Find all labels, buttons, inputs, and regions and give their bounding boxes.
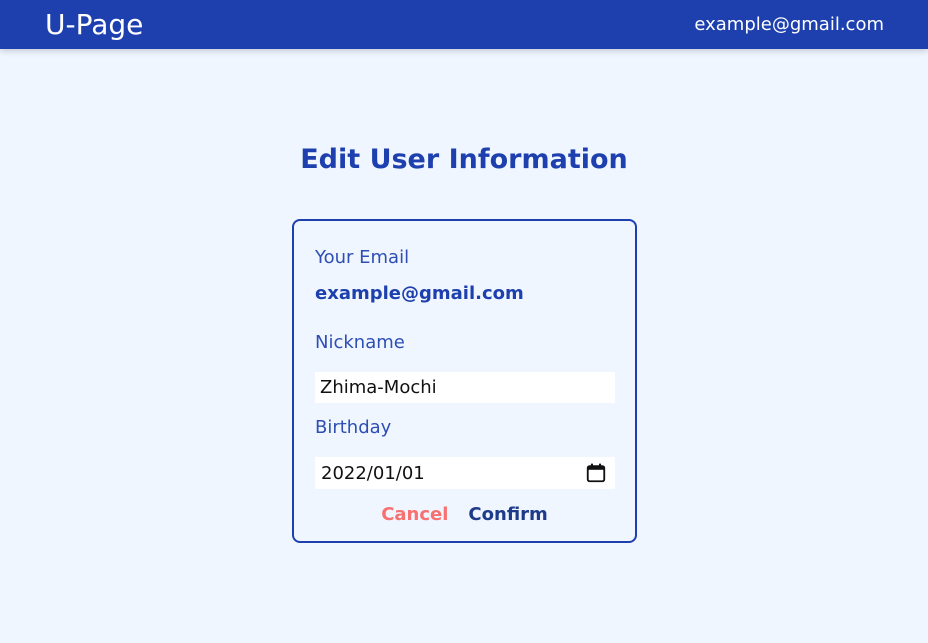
birthday-label: Birthday	[315, 417, 392, 438]
birthday-value[interactable]: 2022/01/01	[321, 463, 425, 484]
brand-logo[interactable]: U-Page	[45, 10, 143, 39]
cancel-button[interactable]: Cancel	[381, 504, 448, 525]
top-navbar: U-Page example@gmail.com	[0, 0, 928, 49]
nickname-input[interactable]	[315, 372, 615, 403]
confirm-button[interactable]: Confirm	[468, 504, 547, 525]
birthday-date-input[interactable]: 2022/01/01	[315, 457, 615, 489]
email-label: Your Email	[315, 247, 410, 268]
calendar-icon[interactable]	[585, 462, 607, 484]
form-actions: Cancel Confirm	[294, 504, 635, 525]
nickname-label: Nickname	[315, 332, 405, 353]
page-title: Edit User Information	[300, 144, 628, 175]
edit-user-form: Your Email example@gmail.com Nickname Bi…	[292, 219, 637, 543]
account-email[interactable]: example@gmail.com	[694, 14, 884, 35]
email-value: example@gmail.com	[315, 283, 524, 304]
